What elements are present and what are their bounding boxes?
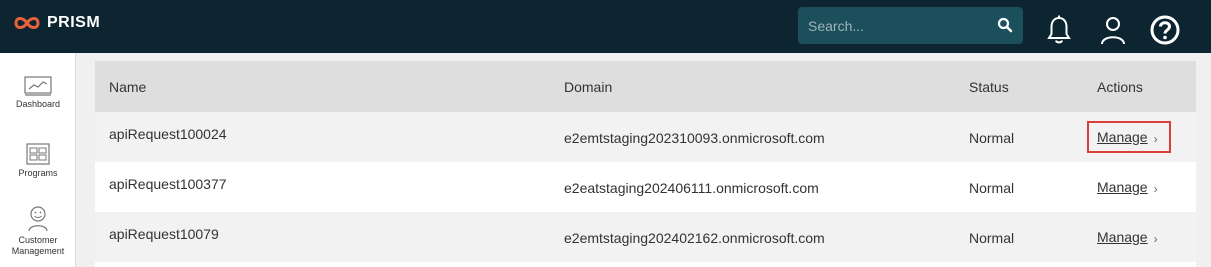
- manage-action-highlighted[interactable]: Manage ›: [1087, 121, 1171, 153]
- row-name: apiRequest100024: [109, 126, 227, 142]
- sidebar-item-customer-management[interactable]: Customer Management: [0, 206, 76, 257]
- chevron-right-icon: ›: [1153, 231, 1158, 246]
- row-status: Normal: [969, 130, 1015, 146]
- table-header: Name Domain Status Actions: [95, 61, 1196, 112]
- row-name: apiRequest10079: [109, 226, 219, 242]
- sidebar-item-label: Programs: [18, 168, 58, 178]
- search-icon[interactable]: [997, 17, 1013, 33]
- table-row: apiRequest100377 e2eatstaging202406111.o…: [95, 162, 1196, 212]
- sidebar-item-programs[interactable]: Programs: [0, 143, 76, 179]
- help-icon[interactable]: [1149, 14, 1181, 46]
- search-input[interactable]: [798, 7, 988, 44]
- smiley-icon: [28, 206, 48, 232]
- brand-name: PRISM: [47, 14, 101, 31]
- column-header-name[interactable]: Name: [109, 79, 146, 95]
- sidebar-item-label-line2: Management: [11, 246, 65, 256]
- manage-link[interactable]: Manage: [1097, 229, 1148, 245]
- sidebar-item-dashboard[interactable]: Dashboard: [0, 76, 76, 110]
- chevron-right-icon: ›: [1153, 181, 1158, 196]
- chart-icon: [24, 76, 52, 96]
- row-domain: e2emtstaging202402162.onmicrosoft.com: [564, 230, 825, 246]
- top-navigation-bar: PRISM: [0, 0, 1211, 53]
- manage-action[interactable]: Manage ›: [1087, 221, 1171, 253]
- manage-link[interactable]: Manage: [1097, 129, 1148, 145]
- search-box: [798, 7, 1023, 44]
- column-header-domain[interactable]: Domain: [564, 79, 612, 95]
- column-header-actions: Actions: [1097, 79, 1143, 95]
- row-status: Normal: [969, 180, 1015, 196]
- user-icon[interactable]: [1099, 14, 1127, 46]
- table-row: apiRequest100024 e2emtstaging202310093.o…: [95, 112, 1196, 162]
- infinity-icon: [14, 17, 40, 29]
- row-domain: e2emtstaging202310093.onmicrosoft.com: [564, 130, 825, 146]
- bell-icon[interactable]: [1045, 14, 1073, 46]
- grid-icon: [26, 143, 50, 165]
- row-domain: e2eatstaging202406111.onmicrosoft.com: [564, 180, 819, 196]
- sidebar: Dashboard Programs Customer Management: [0, 53, 76, 267]
- row-status: Normal: [969, 230, 1015, 246]
- chevron-right-icon: ›: [1153, 131, 1158, 146]
- api-requests-table: Name Domain Status Actions apiRequest100…: [95, 61, 1196, 267]
- sidebar-item-label-line1: Customer: [18, 235, 58, 245]
- column-header-status[interactable]: Status: [969, 79, 1009, 95]
- sidebar-item-label: Dashboard: [15, 99, 61, 109]
- manage-action[interactable]: Manage ›: [1087, 171, 1171, 203]
- row-name: apiRequest100377: [109, 176, 227, 192]
- brand-logo[interactable]: PRISM: [13, 14, 100, 32]
- manage-link[interactable]: Manage: [1097, 179, 1148, 195]
- table-row: apiRequest10079 e2emtstaging202402162.on…: [95, 212, 1196, 262]
